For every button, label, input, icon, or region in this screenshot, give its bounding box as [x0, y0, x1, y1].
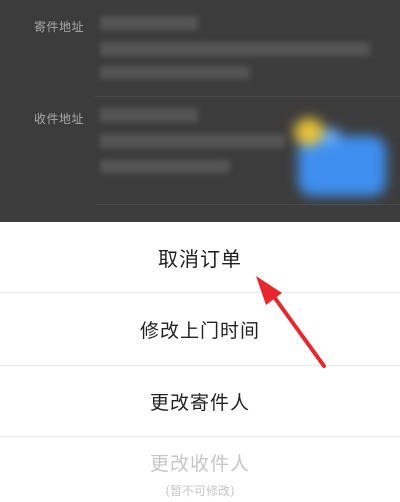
receiver-address-line2-blurred [100, 160, 230, 173]
floating-assistant-icon[interactable] [288, 118, 386, 196]
background-divider [95, 204, 400, 205]
change-receiver-label: 更改收件人 [149, 453, 250, 475]
sender-name-blurred [100, 16, 198, 30]
modify-pickup-time-label: 修改上门时间 [139, 319, 260, 342]
order-detail-background: 寄件地址 收件地址 [0, 0, 400, 222]
action-sheet: 取消订单 修改上门时间 更改寄件人 更改收件人 (暂不可修改) [0, 222, 400, 502]
change-receiver-button-disabled: 更改收件人 (暂不可修改) [0, 437, 400, 502]
modify-pickup-time-button[interactable]: 修改上门时间 [0, 293, 400, 365]
receiver-name-blurred [100, 108, 198, 122]
change-sender-label: 更改寄件人 [149, 391, 250, 414]
cancel-order-button[interactable]: 取消订单 [0, 222, 400, 292]
sender-address-label: 寄件地址 [34, 20, 85, 34]
receiver-address-label: 收件地址 [34, 112, 85, 126]
sender-address-line2-blurred [100, 66, 250, 79]
cancel-order-label: 取消订单 [158, 246, 242, 271]
change-sender-button[interactable]: 更改寄件人 [0, 366, 400, 436]
receiver-address-line1-blurred [100, 134, 285, 148]
change-receiver-note: (暂不可修改) [165, 484, 235, 498]
sender-address-line1-blurred [100, 42, 370, 56]
background-divider [95, 96, 400, 97]
